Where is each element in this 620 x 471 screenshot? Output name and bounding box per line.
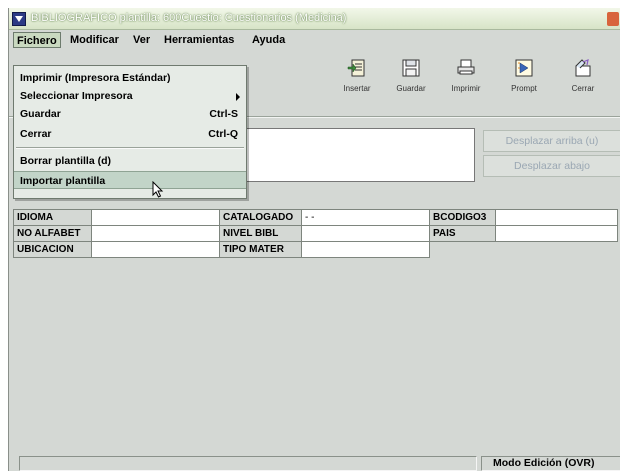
menu-modificar[interactable]: Modificar [67, 32, 122, 48]
save-icon [402, 59, 420, 77]
print-button[interactable]: Imprimir [440, 58, 492, 106]
menu-separator [16, 147, 244, 149]
field-value-bcodigo3[interactable] [495, 209, 618, 226]
menu-item-label: Seleccionar Impresora [20, 90, 133, 102]
field-value-no-alfabet[interactable] [91, 225, 220, 242]
window-close-icon[interactable] [607, 12, 619, 26]
prompt-button[interactable]: Prompt [498, 58, 550, 106]
prompt-icon [515, 59, 533, 77]
shortcut-label: Ctrl-S [209, 108, 238, 120]
menu-ver[interactable]: Ver [130, 32, 153, 48]
field-label-no-alfabet: NO ALFABET [13, 225, 92, 242]
shortcut-label: Ctrl-Q [208, 128, 238, 140]
app-window: BIBLIOGRAFICO plantilla: 600Cuestio: Cue… [8, 8, 620, 471]
field-grid: IDIOMA CATALOGADO - - BCODIGO3 NO ALFABE… [13, 209, 618, 258]
field-label-pais: PAIS [429, 225, 496, 242]
menu-item-borrar-plantilla[interactable]: Borrar plantilla (d) [14, 152, 246, 170]
menu-bar: Fichero Modificar Ver Herramientas Ayuda [9, 30, 620, 48]
save-button[interactable]: Guardar [385, 58, 437, 106]
menu-herramientas[interactable]: Herramientas [161, 32, 237, 48]
menu-ayuda[interactable]: Ayuda [249, 32, 288, 48]
insert-label: Insertar [343, 84, 371, 93]
insert-icon [347, 59, 365, 77]
title-bar[interactable]: BIBLIOGRAFICO plantilla: 600Cuestio: Cue… [9, 8, 620, 30]
menu-item-guardar[interactable]: Guardar Ctrl-S [14, 105, 246, 123]
close-label: Cerrar [571, 84, 595, 93]
menu-item-label: Guardar [20, 108, 61, 120]
menu-item-label: Cerrar [20, 128, 52, 140]
save-label: Guardar [396, 84, 426, 93]
scroll-down-button[interactable]: Desplazar abajo [483, 155, 620, 177]
field-value-pais[interactable] [495, 225, 618, 242]
menu-item-label: Importar plantilla [20, 175, 106, 187]
menu-item-label: Borrar plantilla (d) [20, 155, 112, 167]
status-cell-main [19, 456, 477, 471]
status-mode-text: Modo Edición (OVR) [493, 457, 595, 469]
empty-cell [496, 242, 618, 258]
field-label-catalogado: CATALOGADO [219, 209, 302, 226]
print-label: Imprimir [451, 84, 481, 93]
window-title: BIBLIOGRAFICO plantilla: 600Cuestio: Cue… [31, 12, 347, 24]
field-label-bcodigo3: BCODIGO3 [429, 209, 496, 226]
prompt-label: Prompt [511, 84, 537, 93]
mouse-pointer-icon [152, 181, 164, 198]
submenu-arrow-icon [236, 93, 240, 101]
field-value-nivel-bibl[interactable] [301, 225, 430, 242]
table-row: UBICACION TIPO MATER [13, 241, 618, 258]
status-bar: Modo Edición (OVR) [19, 456, 620, 471]
field-label-tipo-mater: TIPO MATER [219, 241, 302, 258]
field-value-ubicacion[interactable] [91, 241, 220, 258]
menu-item-seleccionar-impresora[interactable]: Seleccionar Impresora [14, 87, 246, 105]
table-row: IDIOMA CATALOGADO - - BCODIGO3 [13, 209, 618, 226]
menu-item-cerrar[interactable]: Cerrar Ctrl-Q [14, 125, 246, 143]
table-row: NO ALFABET NIVEL BIBL PAIS [13, 225, 618, 242]
field-label-ubicacion: UBICACION [13, 241, 92, 258]
work-area [13, 272, 620, 456]
menu-item-importar-plantilla[interactable]: Importar plantilla [14, 171, 246, 189]
empty-cell [430, 242, 496, 258]
app-icon [12, 12, 26, 26]
menu-fichero[interactable]: Fichero [13, 32, 61, 48]
print-icon [457, 59, 475, 75]
close-door-icon [575, 59, 591, 77]
field-value-tipo-mater[interactable] [301, 241, 430, 258]
insert-button[interactable]: Insertar [331, 58, 383, 106]
menu-item-label: Imprimir (Impresora Estándar) [20, 72, 171, 84]
menu-item-imprimir[interactable]: Imprimir (Impresora Estándar) [14, 69, 246, 87]
field-value-catalogado[interactable]: - - [301, 209, 430, 226]
field-value-idioma[interactable] [91, 209, 220, 226]
scroll-up-button[interactable]: Desplazar arriba (u) [483, 130, 620, 152]
field-label-idioma: IDIOMA [13, 209, 92, 226]
file-menu-dropdown: Imprimir (Impresora Estándar) Selecciona… [13, 65, 247, 199]
close-button[interactable]: Cerrar [557, 58, 609, 106]
field-label-nivel-bibl: NIVEL BIBL [219, 225, 302, 242]
